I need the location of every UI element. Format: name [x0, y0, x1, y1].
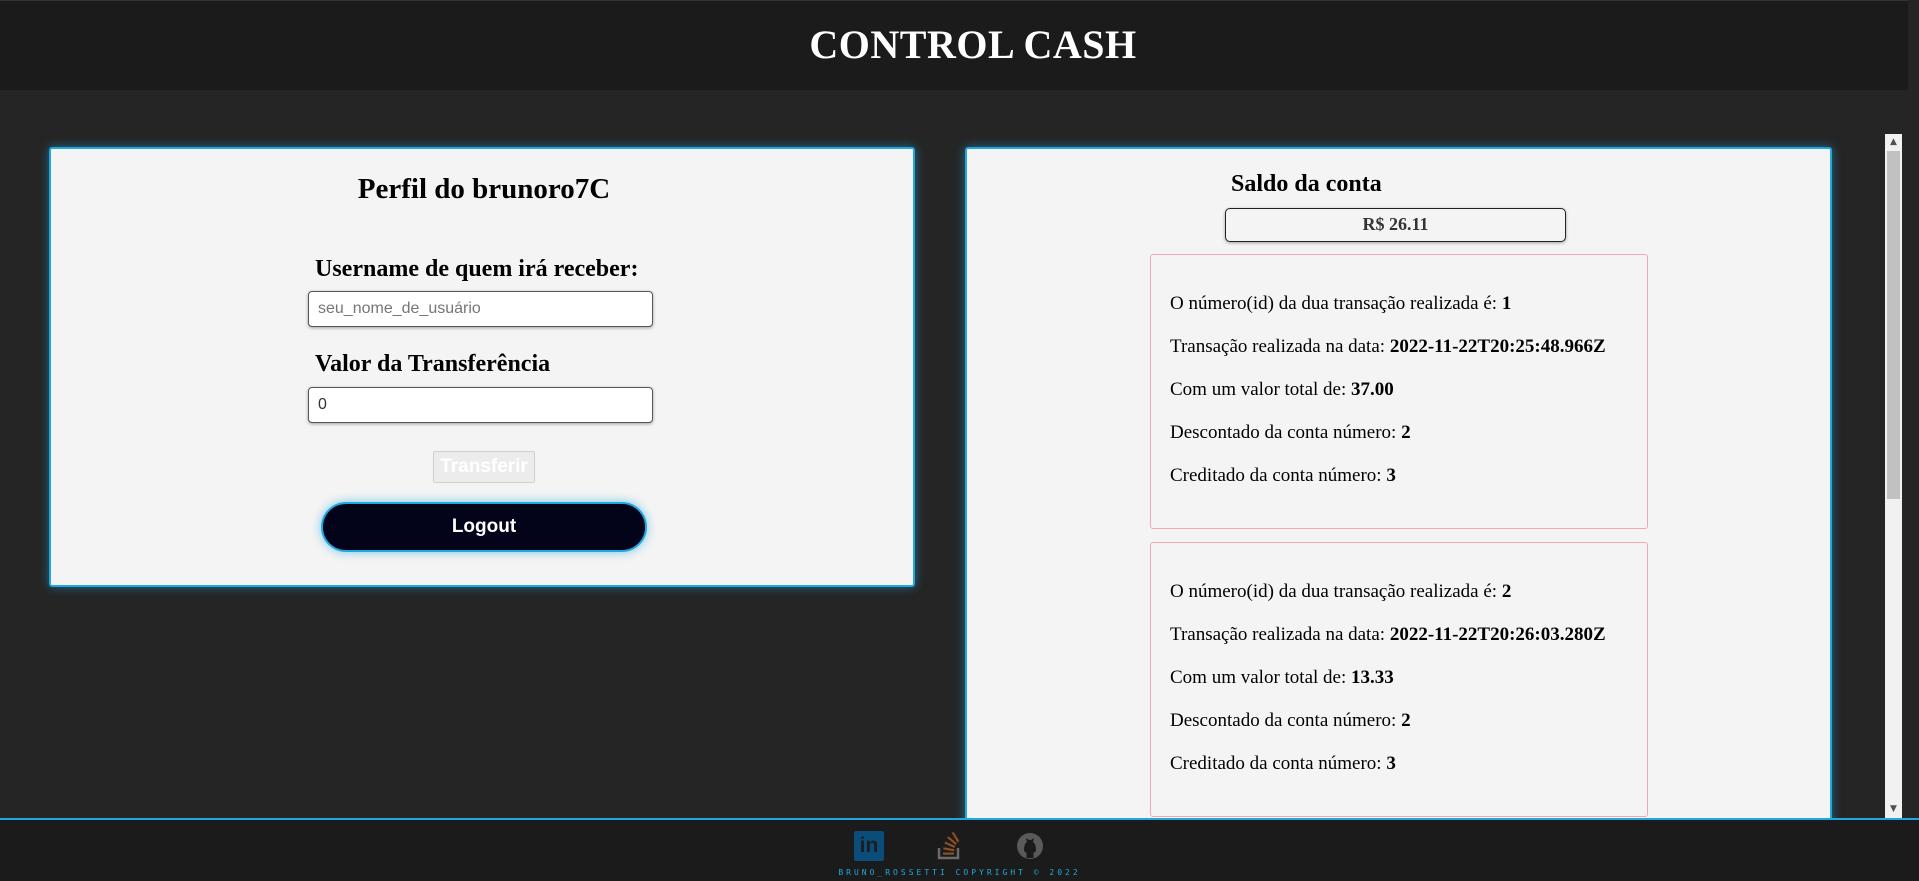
linkedin-glyph: in [859, 834, 879, 857]
amount-label: Valor da Transferência [315, 351, 551, 377]
transfer-button[interactable]: Transferir [433, 451, 535, 483]
transaction-id: O número(id) da dua transação realizada … [1170, 581, 1512, 602]
github-icon[interactable] [1015, 831, 1045, 861]
copyright-text: BRUNO_ROSSETTI COPYRIGHT © 2022 [838, 868, 1081, 877]
transaction-date: Transação realizada na data: 2022-11-22T… [1170, 624, 1606, 645]
transfer-amount-input[interactable] [308, 387, 653, 423]
stackoverflow-icon[interactable] [934, 831, 964, 861]
scroll-down-icon[interactable]: ▼ [1885, 801, 1902, 818]
transaction-card: O número(id) da dua transação realizada … [1150, 542, 1648, 817]
footer: in BRUNO_ROSSETTI COPYRIGHT © 2022 [0, 818, 1919, 881]
scroll-up-icon[interactable]: ▲ [1885, 134, 1902, 151]
transaction-debited-account: Descontado da conta número: 2 [1170, 710, 1411, 731]
scrollbar-thumb[interactable] [1887, 151, 1900, 499]
transaction-credited-account: Creditado da conta número: 3 [1170, 753, 1396, 774]
transaction-value: Com um valor total de: 37.00 [1170, 379, 1394, 400]
page-scrollbar[interactable]: ▲ ▼ [1885, 134, 1902, 818]
account-panel: Saldo da conta R$ 26.11 O número(id) da … [965, 147, 1832, 847]
transaction-credited-account: Creditado da conta número: 3 [1170, 465, 1396, 486]
transaction-id: O número(id) da dua transação realizada … [1170, 293, 1512, 314]
receiver-username-input[interactable] [308, 291, 653, 327]
page: CONTROL CASH Perfil do brunoro7C Usernam… [0, 0, 1919, 881]
transaction-card: O número(id) da dua transação realizada … [1150, 254, 1648, 529]
linkedin-icon[interactable]: in [854, 831, 884, 861]
transaction-date: Transação realizada na data: 2022-11-22T… [1170, 336, 1606, 357]
balance-value: R$ 26.11 [1225, 208, 1566, 242]
profile-title: Perfil do brunoro7C [357, 173, 611, 205]
balance-title: Saldo da conta [1231, 171, 1382, 197]
app-title: CONTROL CASH [809, 22, 1137, 67]
transaction-value: Com um valor total de: 13.33 [1170, 667, 1394, 688]
receiver-label: Username de quem irá receber: [315, 256, 639, 282]
app-header: CONTROL CASH [0, 0, 1908, 90]
logout-button[interactable]: Logout [321, 502, 647, 552]
transaction-debited-account: Descontado da conta número: 2 [1170, 422, 1411, 443]
profile-panel: Perfil do brunoro7C Username de quem irá… [49, 147, 915, 587]
